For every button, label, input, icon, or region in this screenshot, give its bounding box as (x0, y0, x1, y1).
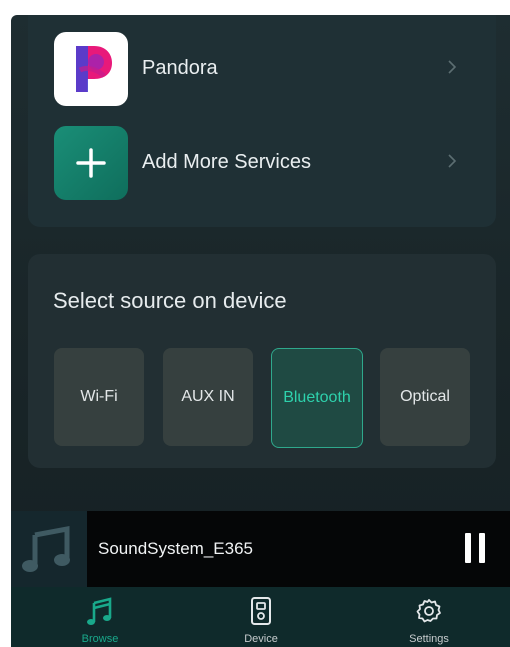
tab-browse[interactable]: Browse (40, 587, 160, 647)
source-select-card: Select source on device Wi-Fi AUX IN Blu… (28, 254, 496, 468)
tab-label-settings: Settings (409, 633, 449, 645)
now-playing-track: SoundSystem_E365 (98, 539, 253, 558)
chevron-right-icon (448, 154, 457, 168)
source-button-optical[interactable]: Optical (380, 348, 470, 446)
tab-settings[interactable]: Settings (369, 587, 489, 647)
pause-button[interactable] (463, 533, 487, 563)
service-label-add-more: Add More Services (142, 151, 311, 173)
plus-icon (54, 126, 128, 200)
bottom-tab-bar: Browse Device Settings (11, 587, 510, 647)
music-services-card: Pandora Add More Services (28, 15, 496, 227)
pause-icon (465, 533, 471, 563)
music-note-icon (22, 525, 70, 572)
tab-label-browse: Browse (81, 633, 119, 645)
source-button-wifi[interactable]: Wi-Fi (54, 348, 144, 446)
app-screen: Pandora Add More Services Select source … (11, 15, 510, 647)
service-label-pandora: Pandora (142, 57, 218, 79)
album-art (11, 511, 87, 587)
speaker-icon (251, 597, 271, 625)
source-button-aux-in[interactable]: AUX IN (163, 348, 253, 446)
pandora-logo-icon (54, 32, 128, 106)
service-row-pandora[interactable]: Pandora (28, 29, 496, 119)
chevron-right-icon (448, 60, 457, 74)
source-button-bluetooth[interactable]: Bluetooth (271, 348, 363, 448)
gear-icon (416, 599, 441, 623)
tab-device[interactable]: Device (201, 587, 321, 647)
now-playing-bar[interactable]: SoundSystem_E365 (11, 511, 510, 587)
source-select-title: Select source on device (53, 288, 287, 313)
music-note-icon (87, 597, 112, 625)
add-more-services-button[interactable]: Add More Services (28, 123, 496, 213)
pause-icon (479, 533, 485, 563)
tab-label-device: Device (244, 633, 278, 645)
